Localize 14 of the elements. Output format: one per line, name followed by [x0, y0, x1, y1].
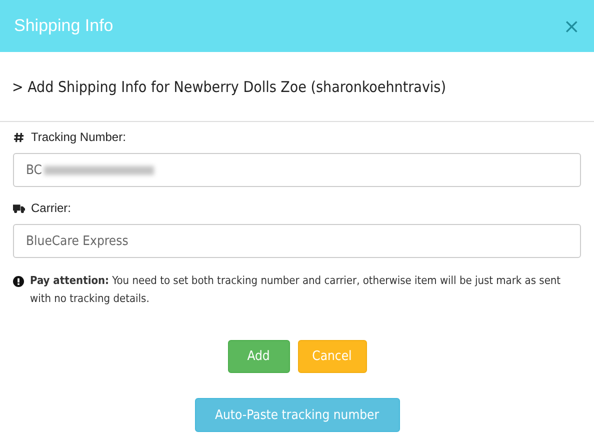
truck-icon [13, 202, 25, 214]
cancel-button[interactable]: Cancel [298, 340, 366, 373]
auto-paste-button[interactable]: Auto-Paste tracking number [194, 398, 400, 432]
field-label: Carrier: [31, 201, 72, 215]
notice-text: Pay attention: You need to set both tracking number and carrier, otherwise item will be just mark as sent with no tracking details. [30, 273, 562, 307]
window-title: Shipping Info [14, 16, 114, 36]
field-label: Tracking Number: [31, 130, 126, 144]
tracking-number-field[interactable]: BC [13, 153, 581, 187]
heading: > Add Shipping Info for Newberry Dolls Zoe (sharonkoehntravis) [12, 78, 446, 96]
hash-icon [13, 132, 25, 142]
add-button[interactable]: Add [228, 340, 290, 373]
exclamation-icon [13, 276, 24, 287]
carrier-field[interactable]: BlueCare Express [13, 224, 581, 258]
close-button[interactable]: × [563, 16, 580, 36]
